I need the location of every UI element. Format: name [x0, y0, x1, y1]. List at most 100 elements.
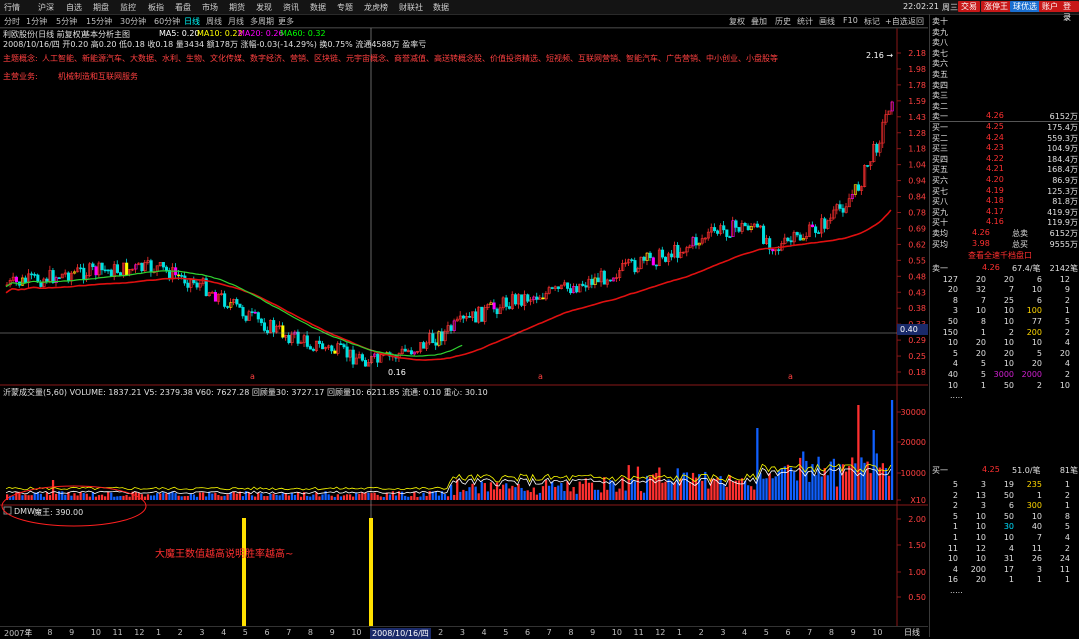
avg-sell-row[interactable]: 卖均 4.26 总卖 6152万 [930, 228, 1079, 238]
ask-row[interactable]: 卖九 [930, 27, 1079, 37]
kline-candle [94, 266, 98, 276]
bid-row[interactable]: 买二 4.24 559.3万 [930, 133, 1079, 143]
queue-cell: 4 [1064, 533, 1070, 542]
time-axis-tab[interactable]: 日线 [904, 627, 920, 638]
volume-bar [103, 496, 107, 500]
total-buy-label: 总买 [1012, 239, 1028, 249]
queue-cell: 10 [975, 554, 986, 564]
volume-bar [345, 494, 349, 500]
login-button[interactable]: 登录 [1060, 1, 1079, 22]
volume-bar [682, 472, 685, 500]
bid-row[interactable]: 买八 4.18 81.8万 [930, 196, 1079, 206]
queue-row: 2 13 50 1 2 [930, 491, 1079, 501]
bid-row[interactable]: 买一 4.25 175.4万 [930, 122, 1079, 132]
queue-cell: 50 [947, 317, 958, 326]
queue-cell: 5 [952, 511, 958, 521]
queue-cell: 12 [1059, 274, 1070, 284]
queue-cell: 20 [975, 274, 986, 284]
buy1-summary-row[interactable]: 买一 4.25 51.0/笔 81笔 [930, 465, 1079, 475]
avg-sell-price: 4.26 [972, 228, 990, 237]
volume-bar [544, 479, 548, 500]
price-axis-label: 0.94 [908, 177, 926, 186]
queue-row: 16 20 1 1 1 [930, 575, 1079, 585]
volume-bar [731, 481, 734, 500]
volume-bar [211, 493, 214, 500]
ball-select-button[interactable]: 球优选 [1010, 1, 1040, 12]
bid-row[interactable]: 买三 4.23 104.9万 [930, 143, 1079, 153]
ask-row[interactable]: 卖六 [930, 58, 1079, 68]
queue-cell: 1 [1036, 575, 1042, 585]
kline-candle [786, 237, 790, 241]
ask-level-label: 卖八 [932, 38, 948, 48]
bid-row[interactable]: 买五 4.21 168.4万 [930, 164, 1079, 174]
volume-bar [428, 491, 431, 500]
indicator-axis-label: 2.00 [908, 515, 926, 524]
avg-buy-row[interactable]: 买均 3.98 总买 9555万 [930, 239, 1079, 249]
queue-cell: 40 [1031, 522, 1042, 532]
time-axis-label: 12 [655, 628, 666, 637]
concept-list: 人工智能、新能源汽车、大数据、水利、生物、文化传媒、数字经济、营销、区块链、元宇… [42, 54, 778, 63]
volume-bar [459, 491, 462, 500]
volume-bar [327, 494, 330, 500]
ask-row[interactable]: 卖七 [930, 48, 1079, 58]
trade-button[interactable]: 交易 [958, 1, 980, 12]
bid-row[interactable]: 买六 4.20 86.9万 [930, 175, 1079, 185]
volume-bar [725, 486, 728, 500]
ask-row[interactable]: 卖五 [930, 69, 1079, 79]
ask-row[interactable]: 卖三 [930, 90, 1079, 100]
ask-row[interactable]: 卖八 [930, 37, 1079, 47]
queue-cell: 8 [980, 317, 986, 326]
sell1-summary-row[interactable]: 卖一 4.26 67.4/笔 2142笔 [930, 263, 1079, 273]
kline-candle [814, 226, 818, 233]
account-button[interactable]: 账户 [1039, 1, 1061, 12]
time-axis-label: 8 [828, 628, 834, 637]
kline-candle [409, 350, 413, 355]
ask-row[interactable]: 卖四 [930, 80, 1079, 90]
kline-candle [642, 256, 646, 261]
price-axis-label: 0.38 [908, 304, 926, 313]
queue-cell: 6 [1036, 274, 1042, 284]
queue-cell: 2 [1064, 370, 1070, 379]
volume-bar [645, 475, 649, 500]
time-axis-label: 3 [459, 628, 465, 637]
kline-candle [281, 325, 285, 338]
ask-row[interactable]: 卖十 [930, 16, 1079, 26]
bid-row[interactable]: 买十 4.16 119.9万 [930, 217, 1079, 227]
bid-volume: 168.4万 [1047, 165, 1078, 175]
queue-cell: 300 [1026, 501, 1042, 511]
kline-chart[interactable]: 2.181.981.781.591.431.281.181.040.940.84… [0, 0, 929, 626]
bid-level-label: 买二 [932, 133, 948, 143]
volume-bar [747, 485, 750, 500]
limit-king-button[interactable]: 涨停王 [981, 1, 1011, 12]
bid-row[interactable]: 买四 4.22 184.4万 [930, 154, 1079, 164]
ask-row[interactable]: 卖二 [930, 101, 1079, 111]
volume-bar [884, 468, 888, 500]
ask-price: 4.26 [986, 111, 1004, 121]
volume-bar [79, 492, 82, 500]
ask-row[interactable]: 卖一 4.26 6152万 [930, 111, 1079, 121]
volume-bar [174, 493, 177, 500]
queue-cell: 1 [980, 380, 986, 390]
volume-bar [606, 489, 609, 500]
volume-bar [128, 496, 131, 500]
queue-cell: 10 [1031, 338, 1042, 348]
queue-cell: 2 [1064, 490, 1070, 500]
full-depth-link[interactable]: 查看全速千档盘口 [968, 250, 1032, 261]
kline-candle [651, 257, 655, 266]
volume-bar [361, 492, 364, 500]
time-axis-label: 7 [286, 628, 292, 637]
buy1-price: 4.25 [982, 465, 1000, 474]
volume-bar [603, 477, 606, 500]
volume-bar [88, 496, 91, 500]
queue-cell: 2 [1064, 295, 1070, 305]
bid-row[interactable]: 买七 4.19 125.3万 [930, 186, 1079, 196]
volume-bar [557, 485, 560, 500]
volume-bar [306, 495, 309, 500]
queue-cell: 20 [1003, 274, 1014, 284]
kline-candle [569, 288, 573, 294]
queue-cell: 235 [1026, 480, 1042, 489]
bid-price: 4.18 [986, 196, 1004, 206]
price-axis-label: 1.78 [908, 81, 926, 90]
total-sell-volume: 6152万 [1049, 229, 1078, 238]
bid-row[interactable]: 买九 4.17 419.9万 [930, 207, 1079, 217]
